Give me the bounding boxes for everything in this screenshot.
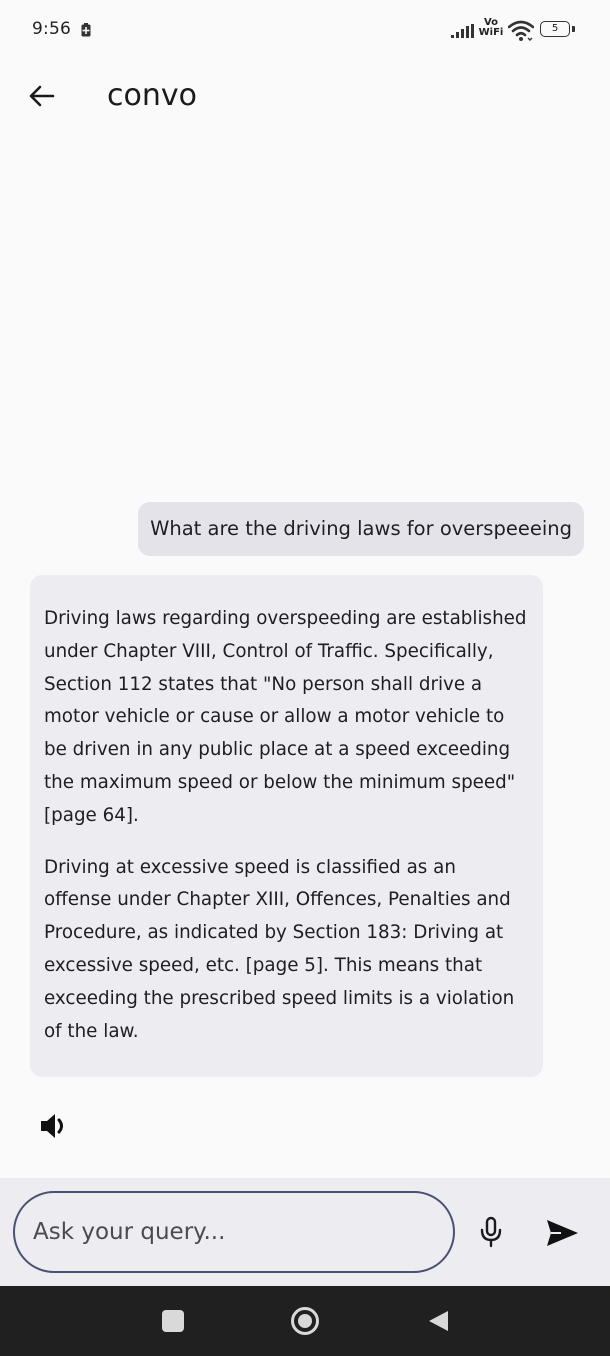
send-icon [547, 1220, 578, 1246]
status-time: 9:56 [32, 19, 71, 39]
app-bar: convo [0, 60, 610, 132]
system-nav-bar [0, 1286, 610, 1356]
microphone-icon [480, 1216, 502, 1248]
battery-saver-icon [81, 23, 91, 37]
user-message-bubble: What are the driving laws for overspeeei… [138, 502, 584, 556]
query-input[interactable] [13, 1191, 455, 1273]
assistant-message-bubble: Driving laws regarding overspeeding are … [30, 575, 543, 1077]
battery-icon: 5 [540, 21, 570, 37]
signal-icon [451, 24, 474, 38]
chat-screen: 9:56 Vo WiFi 5 convo What are the drivin… [0, 0, 610, 1356]
assistant-message-paragraph: Driving at excessive speed is classified… [44, 856, 515, 1042]
battery-tip [572, 26, 575, 32]
assistant-message-paragraph: Driving laws regarding overspeeding are … [44, 608, 527, 826]
read-aloud-button[interactable] [36, 1108, 72, 1144]
vowifi-bottom-text: WiFi [478, 27, 504, 38]
arrow-left-icon [29, 85, 55, 107]
system-back-button[interactable] [426, 1309, 450, 1333]
status-bar: 9:56 Vo WiFi 5 [0, 0, 610, 60]
speaker-icon [41, 1114, 63, 1138]
vowifi-indicator: Vo WiFi [478, 18, 504, 38]
back-button[interactable] [22, 76, 62, 116]
composer-bar [0, 1178, 610, 1286]
mic-button[interactable] [474, 1214, 508, 1250]
wifi-icon [508, 20, 534, 41]
recents-button[interactable] [162, 1310, 184, 1332]
send-button[interactable] [542, 1216, 582, 1250]
home-button[interactable] [290, 1306, 320, 1336]
page-title: convo [107, 78, 197, 113]
